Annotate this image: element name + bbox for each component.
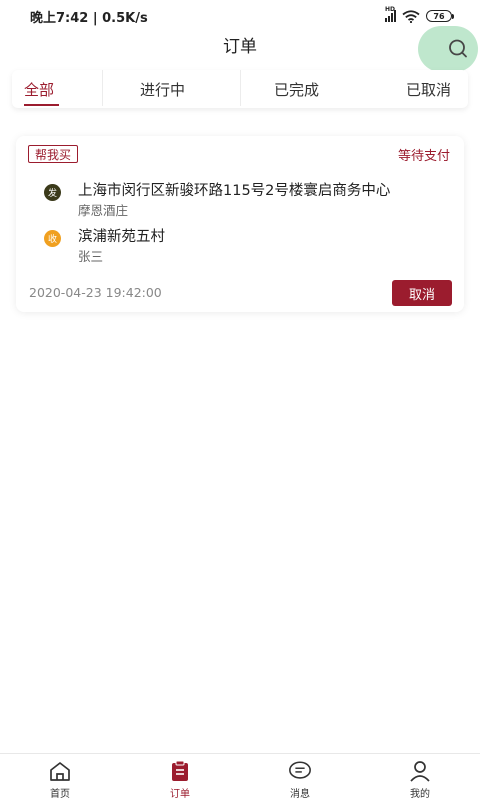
bottom-nav: 首页 订单 消息 我的: [0, 753, 480, 800]
cancel-order-button[interactable]: 取消: [392, 280, 452, 306]
hd-label: HD: [385, 6, 396, 13]
receiver-address: 滨浦新苑五村: [78, 229, 165, 245]
nav-label-home: 首页: [50, 789, 70, 800]
receiver-address-row: 收 滨浦新苑五村 张三: [44, 226, 165, 266]
order-card[interactable]: 帮我买 等待支付 发 上海市闵行区新骏环路115号2号楼寰启商务中心 摩恩酒庄 …: [16, 136, 464, 312]
tab-divider: [102, 70, 103, 106]
tab-completed[interactable]: 已完成: [274, 70, 319, 108]
page-title: 订单: [223, 36, 257, 57]
tab-cancelled-label: 已取消: [406, 80, 452, 99]
signal-icon: HD: [385, 6, 396, 22]
tab-in-progress[interactable]: 进行中: [140, 70, 185, 108]
nav-item-profile[interactable]: 我的: [360, 754, 480, 800]
message-icon: [289, 761, 311, 779]
nav-label-orders: 订单: [170, 789, 190, 800]
order-icon: [172, 760, 188, 781]
search-button[interactable]: [418, 26, 478, 72]
order-time: 2020-04-23 19:42:00: [29, 285, 162, 300]
sender-name: 摩恩酒庄: [78, 203, 129, 218]
nav-label-messages: 消息: [290, 789, 310, 800]
profile-icon: [410, 761, 430, 782]
sender-badge-icon: 发: [44, 184, 61, 201]
tab-all-label: 全部: [24, 80, 55, 99]
nav-item-messages[interactable]: 消息: [240, 754, 360, 800]
status-icons: HD 76: [385, 6, 454, 23]
status-time-speed: 晚上7:42 | 0.5K/s: [30, 10, 148, 26]
receiver-badge-icon: 收: [44, 230, 61, 247]
nav-item-home[interactable]: 首页: [0, 754, 120, 800]
receiver-name: 张三: [78, 249, 104, 264]
sender-address-row: 发 上海市闵行区新骏环路115号2号楼寰启商务中心 摩恩酒庄: [44, 180, 390, 220]
sender-address: 上海市闵行区新骏环路115号2号楼寰启商务中心: [78, 183, 391, 199]
search-icon: [449, 39, 467, 58]
tab-cancelled[interactable]: 已取消: [406, 70, 451, 108]
order-type-badge: 帮我买: [28, 145, 79, 163]
nav-label-profile: 我的: [410, 789, 430, 800]
home-icon: [50, 762, 70, 781]
tab-divider: [240, 70, 241, 106]
battery-level: 76: [433, 11, 445, 21]
page-header: 订单: [0, 28, 480, 60]
tab-completed-label: 已完成: [274, 80, 320, 99]
nav-item-orders[interactable]: 订单: [120, 754, 240, 800]
wifi-icon: [402, 9, 420, 23]
active-tab-indicator: [24, 104, 59, 106]
tab-in-progress-label: 进行中: [140, 80, 186, 99]
tab-all[interactable]: 全部: [24, 70, 54, 108]
order-status: 等待支付: [397, 149, 450, 164]
order-tabs: 全部 进行中 已完成 已取消: [12, 70, 468, 108]
battery-icon: 76: [426, 10, 454, 22]
